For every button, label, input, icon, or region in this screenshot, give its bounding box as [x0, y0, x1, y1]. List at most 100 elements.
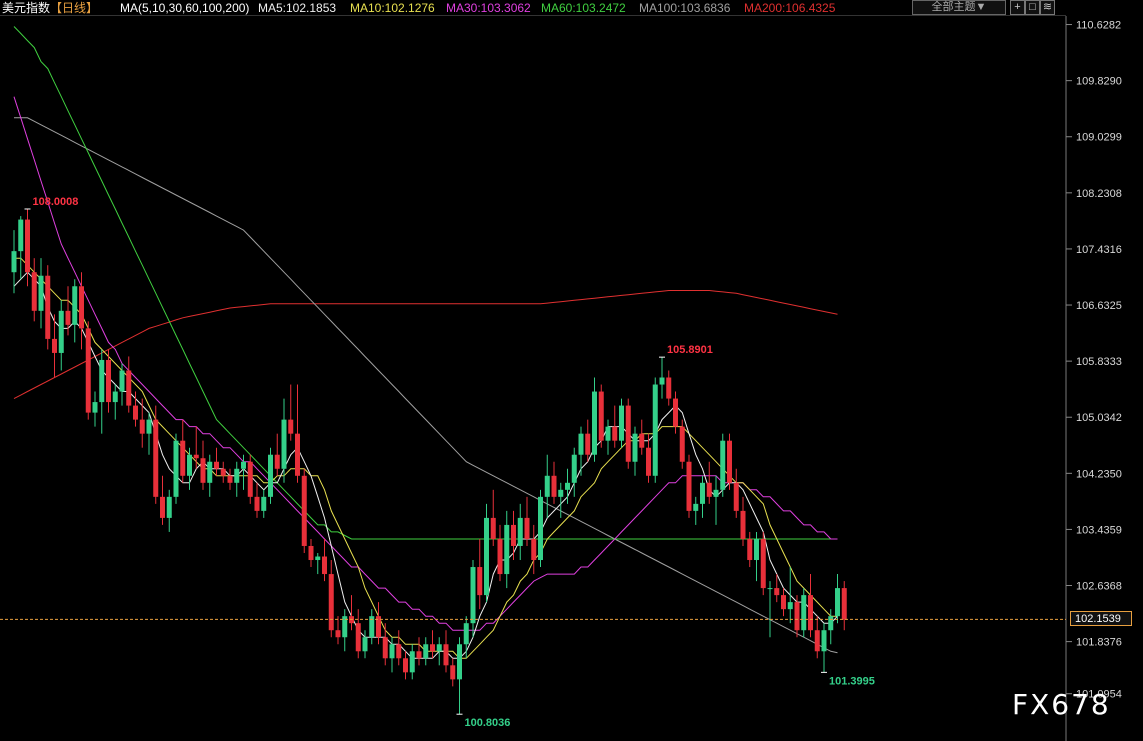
ma100-value: MA100:103.6836 — [639, 1, 731, 15]
candle-body — [585, 433, 591, 455]
y-tick-label: 101.8376 — [1076, 637, 1122, 649]
candle-body — [760, 538, 766, 589]
ma10-value: MA10:102.1276 — [350, 1, 435, 15]
y-tick-label: 106.6325 — [1076, 300, 1122, 312]
ma5-value: MA5:102.1853 — [258, 1, 337, 15]
y-tick-label: 103.4359 — [1076, 524, 1122, 536]
candle-body — [153, 419, 159, 497]
candle-body — [814, 630, 820, 652]
candle-body — [335, 630, 341, 638]
chart-header: 美元指数 【日线】 MA(5,10,30,60,100,200) MA5:102… — [0, 0, 1143, 16]
candle-body — [801, 595, 807, 631]
candle-body — [565, 482, 570, 490]
candle-body — [220, 468, 226, 476]
candle-body — [119, 370, 125, 392]
candle-body — [463, 623, 469, 645]
ma10-line — [14, 257, 838, 659]
candle-body — [713, 489, 719, 497]
candle-body — [382, 637, 388, 659]
candle-body — [187, 454, 192, 476]
candle-body — [612, 426, 618, 441]
candle-body — [720, 440, 726, 490]
candle-body — [389, 644, 395, 659]
y-tick-label: 107.4316 — [1076, 244, 1122, 256]
candle-body — [38, 275, 44, 311]
candle-body — [281, 419, 287, 469]
ma200-line — [13, 290, 838, 400]
watermark-logo: FX678 — [1012, 688, 1111, 721]
y-tick-label: 105.8333 — [1076, 356, 1122, 368]
candle-body — [31, 272, 37, 311]
candle-body — [619, 405, 624, 441]
candle-body — [423, 644, 429, 659]
ma30-value: MA30:103.3062 — [446, 1, 531, 15]
candle-body — [301, 475, 307, 546]
candle-body — [288, 419, 294, 434]
candle-body — [592, 391, 597, 455]
candle-body — [261, 496, 267, 511]
candle-body — [409, 651, 415, 673]
candle-body — [139, 419, 145, 434]
candle-body — [679, 426, 685, 462]
candle-body — [173, 440, 179, 497]
candle-body — [18, 219, 24, 252]
candle-body — [247, 461, 253, 497]
add-icon[interactable]: + — [1010, 0, 1025, 15]
candle-body — [112, 391, 118, 403]
y-tick-label: 110.6282 — [1076, 20, 1121, 32]
candle-body — [821, 630, 827, 652]
ma5-line — [13, 271, 838, 659]
candle-body — [551, 475, 557, 497]
candle-body — [396, 644, 402, 659]
ma100-line — [14, 117, 838, 654]
candle-body — [65, 310, 71, 325]
candle-body — [416, 651, 422, 659]
candle-body — [45, 275, 51, 339]
candle-body — [25, 219, 30, 273]
candle-body — [207, 461, 213, 483]
candle-body — [767, 588, 773, 590]
candle-body — [268, 454, 273, 497]
candle-body — [700, 482, 705, 504]
candle-body — [733, 482, 739, 511]
candle-body — [241, 461, 246, 469]
theme-select[interactable]: 全部主题▼ — [912, 0, 1006, 15]
candle-body — [85, 328, 91, 413]
candle-body — [605, 426, 611, 441]
candle-body — [511, 524, 516, 546]
candle-body — [58, 310, 64, 353]
candle-body — [146, 419, 152, 434]
y-tick-label: 108.2308 — [1076, 188, 1122, 200]
ma30-line — [13, 96, 838, 631]
candle-body — [92, 402, 98, 413]
candle-body — [79, 286, 84, 329]
candle-body — [315, 556, 321, 561]
instrument-name: 美元指数 — [2, 1, 51, 15]
candle-body — [133, 405, 138, 420]
candle-body — [436, 644, 442, 652]
candle-body — [274, 454, 280, 469]
candle-body — [160, 496, 165, 518]
candle-body — [639, 433, 645, 448]
y-tick-label: 102.6368 — [1076, 581, 1122, 593]
candle-body — [774, 588, 780, 596]
y-tick-label: 105.0342 — [1076, 412, 1122, 424]
candle-body — [200, 458, 206, 483]
candlestick-chart: 110.6282 109.8290 109.0299 108.2308 107.4316… — [0, 15, 1122, 741]
candle-body — [362, 637, 368, 652]
candle-body — [484, 517, 489, 596]
candle-body — [794, 602, 800, 631]
candle-body — [646, 447, 651, 476]
high-annotation: 108.0008 — [33, 196, 79, 208]
candle-body — [787, 602, 793, 610]
period-label[interactable]: 【日线】 — [50, 0, 98, 16]
chart-icon[interactable]: ≋ — [1040, 0, 1055, 15]
candle-body — [403, 658, 408, 673]
candle-body — [808, 595, 813, 631]
candle-body — [841, 588, 847, 620]
candle-body — [544, 475, 550, 497]
candle-body — [99, 359, 105, 403]
candle-body — [11, 251, 17, 273]
ma-spec-label: MA(5,10,30,60,100,200) — [120, 1, 250, 15]
window-icon[interactable]: □ — [1025, 0, 1040, 15]
